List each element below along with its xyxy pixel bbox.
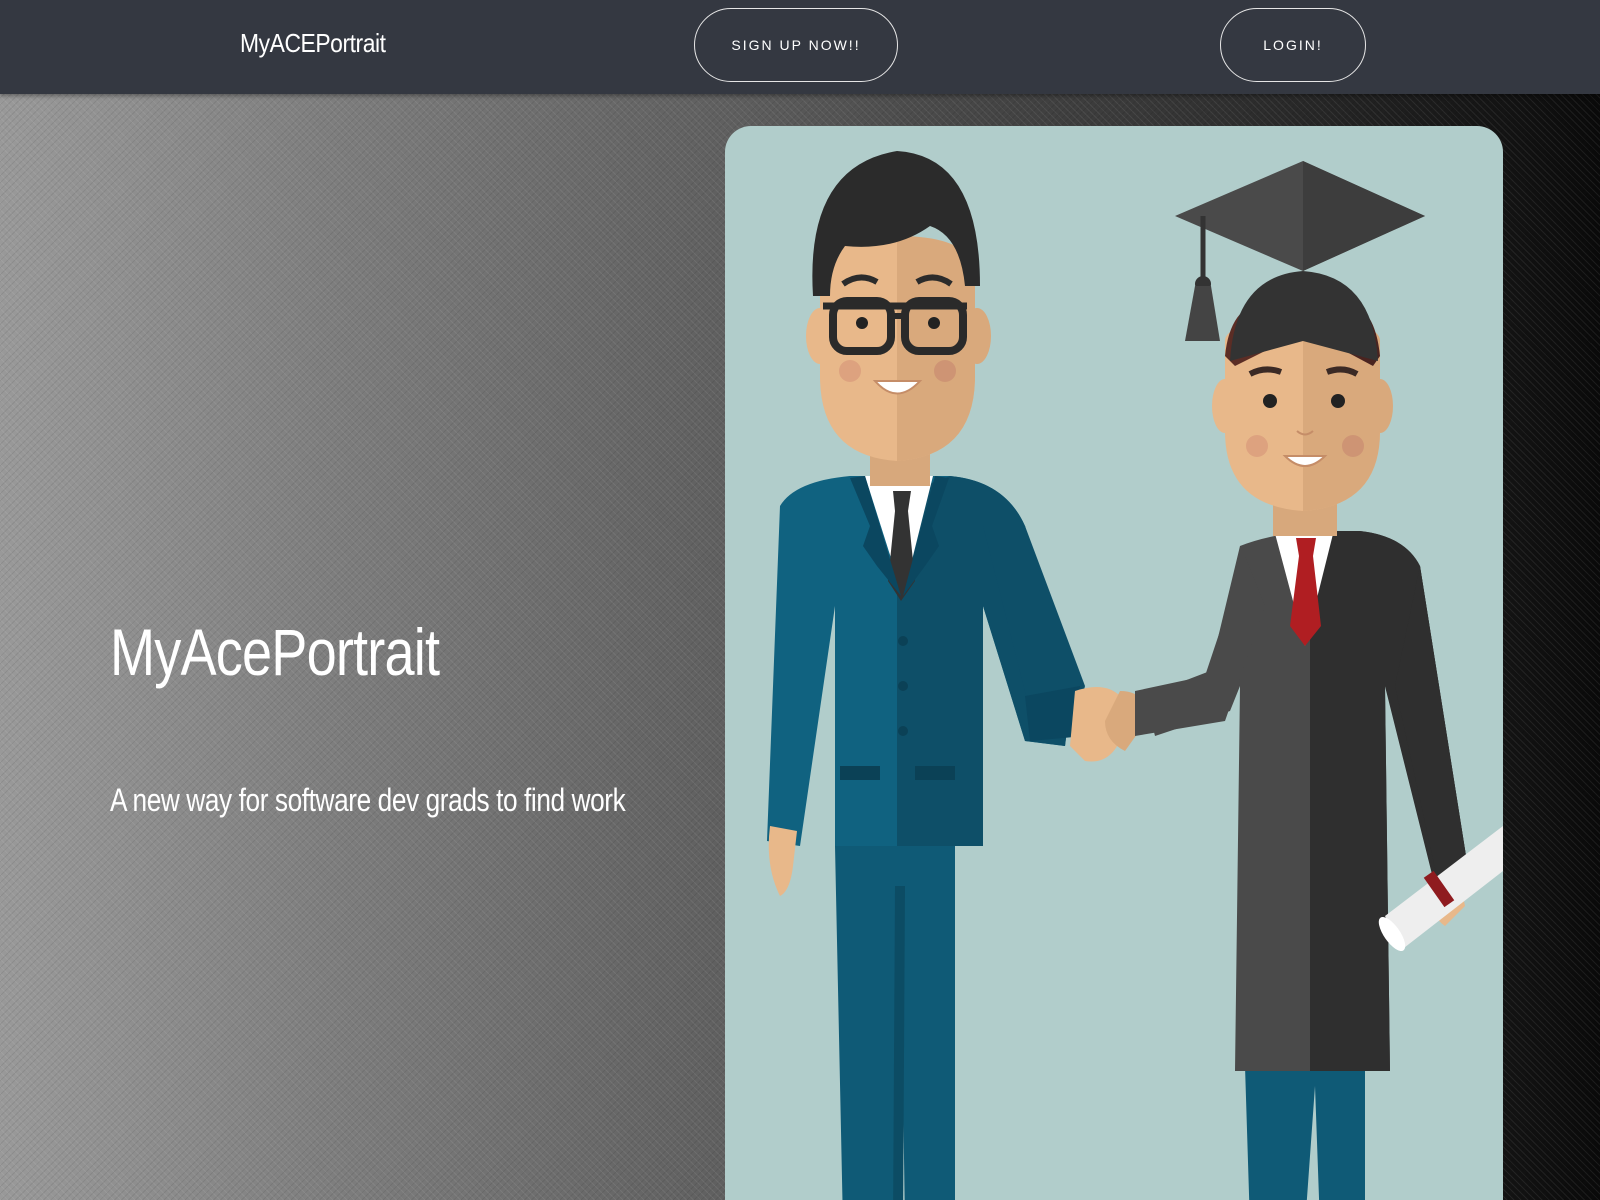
businessman-figure — [767, 151, 1085, 1200]
signup-button[interactable]: SIGN UP NOW!! — [694, 8, 898, 82]
hero-title: MyAcePortrait — [110, 615, 440, 689]
handshake-illustration-icon — [767, 151, 1503, 1200]
hero-illustration — [725, 126, 1503, 1200]
graduate-figure — [1135, 161, 1470, 1200]
top-navbar: MyACEPortrait SIGN UP NOW!! LOGIN! — [0, 0, 1600, 94]
brand-logo-link[interactable]: MyACEPortrait — [240, 28, 386, 59]
hero-section: MyAcePortrait A new way for software dev… — [0, 94, 1600, 1200]
login-button[interactable]: LOGIN! — [1220, 8, 1366, 82]
hero-subtitle: A new way for software dev grads to find… — [110, 782, 626, 818]
